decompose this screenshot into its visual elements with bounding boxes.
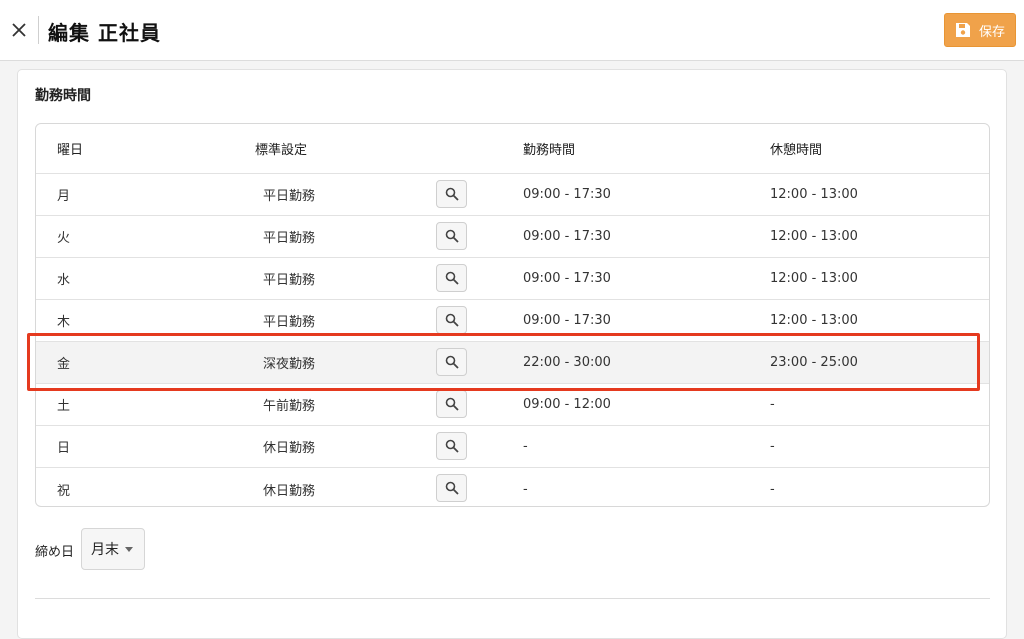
standard-cell: 休日勤務 <box>263 483 316 499</box>
magnifier-icon <box>445 229 459 243</box>
break-time-cell: 12:00 - 13:00 <box>770 229 858 244</box>
work-time-cell: 09:00 - 17:30 <box>523 313 611 328</box>
section-title: 勤務時間 <box>35 88 91 104</box>
standard-cell: 深夜勤務 <box>263 357 316 372</box>
standard-cell: 午前勤務 <box>263 399 316 414</box>
break-time-cell: - <box>770 481 775 497</box>
search-button[interactable] <box>436 306 467 334</box>
table-row: 日 休日勤務 - - <box>36 426 989 468</box>
table-row: 水 平日勤務 09:00 - 17:30 12:00 - 13:00 <box>36 258 989 300</box>
day-cell: 日 <box>57 441 71 456</box>
day-cell: 祝 <box>57 483 71 499</box>
header-divider <box>38 16 39 44</box>
magnifier-icon <box>445 271 459 285</box>
search-button[interactable] <box>436 348 467 376</box>
break-time-cell: 12:00 - 13:00 <box>770 187 858 202</box>
bottom-divider <box>35 598 990 599</box>
search-button[interactable] <box>436 180 467 208</box>
save-button[interactable]: 保存 <box>944 13 1016 47</box>
column-header-break-time: 休憩時間 <box>770 143 823 158</box>
table-row-highlighted: 金 深夜勤務 22:00 - 30:00 23:00 - 25:00 <box>36 342 989 384</box>
break-time-cell: - <box>770 439 775 454</box>
work-time-cell: 09:00 - 12:00 <box>523 397 611 412</box>
caret-down-icon <box>125 546 133 552</box>
work-time-cell: 09:00 - 17:30 <box>523 271 611 286</box>
column-header-standard: 標準設定 <box>255 143 308 158</box>
search-button[interactable] <box>436 390 467 418</box>
break-time-cell: 12:00 - 13:00 <box>770 313 858 328</box>
work-schedule-table: 曜日 標準設定 勤務時間 休憩時間 月 平日勤務 09:00 - 17:30 1… <box>35 123 990 507</box>
standard-cell: 平日勤務 <box>263 189 316 204</box>
standard-cell: 平日勤務 <box>263 315 316 330</box>
close-icon <box>12 23 26 37</box>
break-time-cell: 23:00 - 25:00 <box>770 355 858 370</box>
table-row: 月 平日勤務 09:00 - 17:30 12:00 - 13:00 <box>36 174 989 216</box>
break-time-cell: 12:00 - 13:00 <box>770 271 858 286</box>
break-time-cell: - <box>770 397 775 412</box>
table-row: 火 平日勤務 09:00 - 17:30 12:00 - 13:00 <box>36 216 989 258</box>
day-cell: 月 <box>57 189 71 204</box>
standard-cell: 平日勤務 <box>263 273 316 288</box>
standard-cell: 平日勤務 <box>263 231 316 246</box>
table-row: 木 平日勤務 09:00 - 17:30 12:00 - 13:00 <box>36 300 989 342</box>
day-cell: 金 <box>57 357 71 372</box>
search-button[interactable] <box>436 264 467 292</box>
closing-day-value: 月末 <box>91 542 119 558</box>
work-time-cell: 22:00 - 30:00 <box>523 355 611 370</box>
day-cell: 土 <box>57 399 71 414</box>
magnifier-icon <box>445 481 459 495</box>
day-cell: 火 <box>57 231 71 246</box>
magnifier-icon <box>445 313 459 327</box>
day-cell: 水 <box>57 273 71 288</box>
work-time-cell: - <box>523 481 528 497</box>
close-button[interactable] <box>9 20 29 40</box>
magnifier-icon <box>445 355 459 369</box>
magnifier-icon <box>445 187 459 201</box>
column-header-work-time: 勤務時間 <box>523 143 576 158</box>
magnifier-icon <box>445 397 459 411</box>
day-cell: 木 <box>57 315 71 330</box>
search-button[interactable] <box>436 432 467 460</box>
page-title: 編集 正社員 <box>48 21 161 45</box>
work-time-cell: 09:00 - 17:30 <box>523 229 611 244</box>
table-row: 祝 休日勤務 - - <box>36 468 989 506</box>
closing-day-label: 締め日 <box>35 545 75 560</box>
standard-cell: 休日勤務 <box>263 441 316 456</box>
work-time-cell: - <box>523 439 528 454</box>
magnifier-icon <box>445 439 459 453</box>
search-button[interactable] <box>436 222 467 250</box>
closing-day-select[interactable]: 月末 <box>81 528 145 570</box>
table-header-row: 曜日 標準設定 勤務時間 休憩時間 <box>36 124 989 174</box>
search-button[interactable] <box>436 474 467 502</box>
work-time-cell: 09:00 - 17:30 <box>523 187 611 202</box>
table-row: 土 午前勤務 09:00 - 12:00 - <box>36 384 989 426</box>
floppy-disk-icon <box>955 23 970 37</box>
top-bar: 編集 正社員 保存 <box>0 0 1024 61</box>
column-header-day: 曜日 <box>57 143 84 158</box>
save-button-label: 保存 <box>978 24 1005 40</box>
